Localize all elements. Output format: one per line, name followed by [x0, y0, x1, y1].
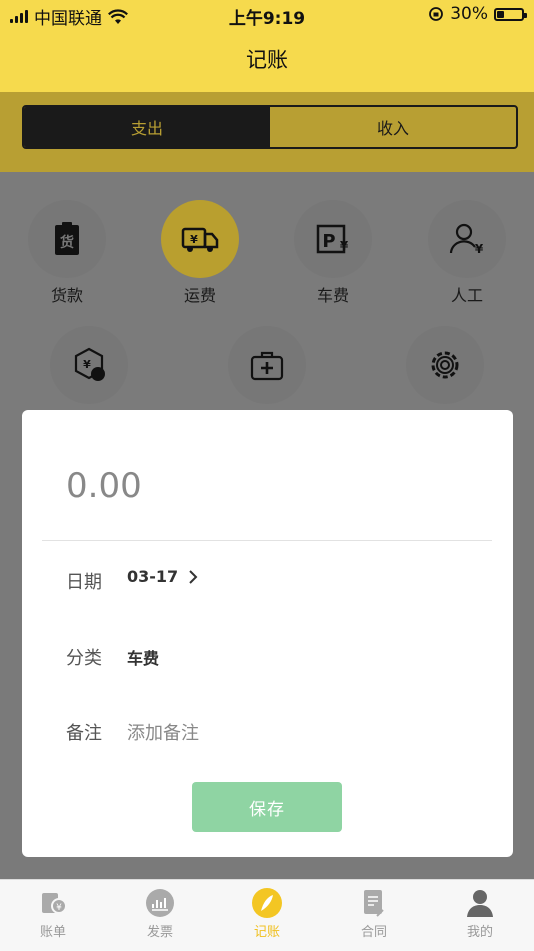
- profile-person-icon: [464, 887, 496, 919]
- category-parking[interactable]: P ¥ 车费: [293, 200, 373, 306]
- category-settings-circle: [406, 326, 484, 404]
- status-bar: 中国联通 上午9:19 30%: [0, 0, 534, 30]
- category-goods[interactable]: 货 货款: [27, 200, 107, 306]
- tabbar-item-record[interactable]: 记账: [237, 887, 297, 940]
- svg-text:¥: ¥: [475, 242, 484, 256]
- svg-text:货: 货: [59, 234, 74, 251]
- divider: [42, 540, 492, 541]
- bill-icon: ¥: [37, 887, 69, 919]
- category-labor[interactable]: ¥ 人工: [427, 200, 507, 306]
- category-fine[interactable]: ¥: [49, 326, 129, 404]
- labor-person-icon: ¥: [449, 223, 484, 256]
- category-freight-circle: ¥: [161, 200, 239, 278]
- status-right: 30%: [428, 4, 527, 24]
- tabbar-label: 发票: [146, 925, 173, 940]
- goods-clipboard-icon: 货: [55, 222, 79, 255]
- svg-text:¥: ¥: [340, 239, 349, 253]
- svg-text:¥: ¥: [190, 233, 198, 246]
- amount-input[interactable]: 0.00: [66, 466, 142, 506]
- category-labor-circle: ¥: [428, 200, 506, 278]
- svg-text:P: P: [322, 231, 335, 252]
- category-settings[interactable]: [405, 326, 485, 404]
- page-title: 记账: [246, 48, 288, 72]
- battery-icon: [494, 7, 527, 21]
- fine-coin-icon: ¥: [74, 347, 105, 381]
- tabbar-label: 我的: [466, 925, 493, 940]
- segment-control: 支出 收入: [22, 105, 518, 149]
- quill-icon: [251, 887, 283, 919]
- category-medical[interactable]: [227, 326, 307, 404]
- note-input[interactable]: 添加备注: [127, 719, 199, 745]
- freight-truck-icon: ¥: [181, 227, 219, 252]
- tabbar-item-invoice[interactable]: 发票: [130, 887, 190, 940]
- battery-percent: 30%: [450, 4, 488, 24]
- chevron-right-icon: [189, 569, 198, 584]
- tabbar-item-me[interactable]: 我的: [450, 887, 510, 940]
- medical-kit-icon: [250, 351, 284, 381]
- parking-fee-icon: P ¥: [316, 224, 349, 254]
- svg-text:¥: ¥: [83, 358, 91, 371]
- category-goods-circle: 货: [28, 200, 106, 278]
- category-label: 车费: [316, 286, 349, 305]
- category-medical-circle: [228, 326, 306, 404]
- category-label: 人工: [450, 286, 483, 305]
- tabbar-label: 账单: [39, 925, 66, 940]
- tabbar-item-contract[interactable]: 合同: [344, 887, 404, 940]
- tabbar-label: 记账: [253, 925, 280, 940]
- category-label: 运费: [183, 286, 216, 305]
- date-label: 日期: [66, 572, 102, 593]
- category-row-label: 分类: [66, 648, 102, 669]
- category-fine-circle: ¥: [50, 326, 128, 404]
- tab-income[interactable]: 收入: [270, 107, 516, 147]
- date-picker[interactable]: 03-17: [127, 567, 198, 586]
- invoice-chart-icon: [144, 887, 176, 919]
- tabbar-label: 合同: [360, 925, 387, 940]
- contract-doc-icon: [358, 887, 390, 919]
- svg-text:¥: ¥: [56, 903, 62, 913]
- battery-fill: [497, 10, 504, 18]
- rotation-lock-icon: [429, 7, 444, 21]
- settings-gear-icon: [431, 351, 459, 379]
- date-value: 03-17: [127, 567, 179, 586]
- category-label: 货款: [50, 286, 83, 305]
- save-button[interactable]: 保存: [192, 782, 342, 832]
- note-label: 备注: [66, 723, 102, 744]
- category-freight[interactable]: ¥ 运费: [160, 200, 240, 306]
- tabbar-item-bill[interactable]: ¥ 账单: [23, 887, 83, 940]
- category-parking-circle: P ¥: [294, 200, 372, 278]
- category-value[interactable]: 车费: [127, 645, 159, 669]
- tab-expense[interactable]: 支出: [24, 107, 270, 147]
